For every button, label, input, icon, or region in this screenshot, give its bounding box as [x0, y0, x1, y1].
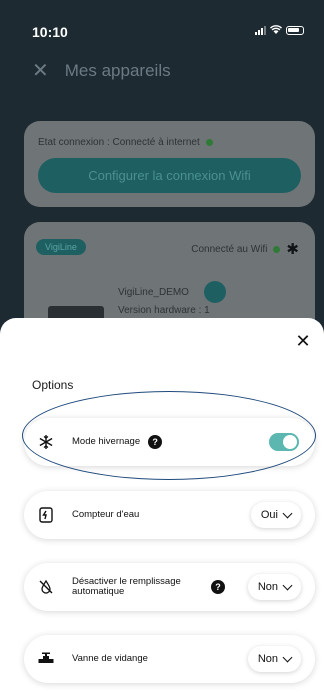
status-dot-icon — [205, 139, 213, 146]
water-meter-icon — [38, 507, 54, 523]
no-fill-icon — [38, 579, 54, 595]
connection-status-text: Etat connexion : Connecté à internet — [38, 137, 200, 148]
remplissage-select[interactable]: Non — [247, 574, 301, 600]
device-name: VigiLine_DEMO — [118, 287, 189, 298]
status-bar: 10:10 — [0, 0, 324, 46]
compteur-eau-select[interactable]: Oui — [250, 502, 301, 528]
wifi-icon — [270, 25, 282, 34]
wifi-status-text: Connecté au Wifi — [191, 243, 268, 255]
options-title: Options — [32, 378, 74, 392]
snowflake-icon — [38, 434, 54, 450]
close-icon[interactable]: ✕ — [292, 330, 314, 352]
edit-pen-icon — [204, 281, 226, 303]
option-label: Compteur d'eau — [72, 509, 140, 520]
chevron-down-icon — [282, 652, 293, 662]
back-close-icon: ✕ — [32, 60, 49, 82]
option-label: Vanne de vidange — [72, 653, 148, 664]
option-label: Désactiver le remplissage automatique — [72, 576, 181, 597]
help-icon[interactable]: ? — [211, 580, 225, 594]
option-mode-hivernage: Mode hivernage ? — [24, 418, 315, 466]
select-value: Non — [257, 653, 278, 665]
mode-hivernage-toggle[interactable] — [269, 433, 299, 451]
vanne-vidange-select[interactable]: Non — [247, 646, 301, 672]
option-label: Mode hivernage — [72, 436, 141, 447]
help-icon[interactable]: ? — [148, 435, 163, 449]
select-value: Non — [257, 581, 278, 593]
select-value: Oui — [260, 509, 278, 521]
drain-valve-icon — [38, 651, 54, 667]
connection-card: Etat connexion : Connecté à internet Con… — [24, 121, 315, 207]
options-sheet: ✕ Options Mode hivernage ? Compteur d'ea… — [0, 318, 324, 697]
chevron-down-icon — [282, 580, 293, 590]
toggle-knob — [283, 435, 297, 449]
signal-icon — [255, 25, 266, 35]
connection-status: Etat connexion : Connecté à internet — [38, 137, 213, 148]
battery-icon — [286, 25, 304, 35]
option-desactiver-remplissage: Désactiver le remplissage automatique ? … — [24, 563, 315, 611]
chevron-down-icon — [282, 508, 293, 518]
device-version: Version hardware : 1 — [118, 305, 210, 316]
wifi-dot-icon — [273, 245, 281, 253]
option-label-group: Mode hivernage ? — [72, 435, 163, 449]
option-vanne-vidange: Vanne de vidange Non — [24, 635, 315, 683]
status-time: 10:10 — [32, 24, 68, 40]
gear-icon: ✱ — [286, 241, 299, 258]
background-header: ✕ Mes appareils — [32, 58, 171, 83]
status-icons — [255, 25, 304, 35]
wifi-status: Connecté au Wifi ✱ — [191, 240, 299, 258]
device-badge: VigiLine — [36, 239, 86, 255]
option-compteur-eau: Compteur d'eau Oui — [24, 491, 315, 539]
configure-wifi-button: Configurer la connexion Wifi — [38, 158, 301, 193]
header-title: Mes appareils — [64, 60, 171, 80]
